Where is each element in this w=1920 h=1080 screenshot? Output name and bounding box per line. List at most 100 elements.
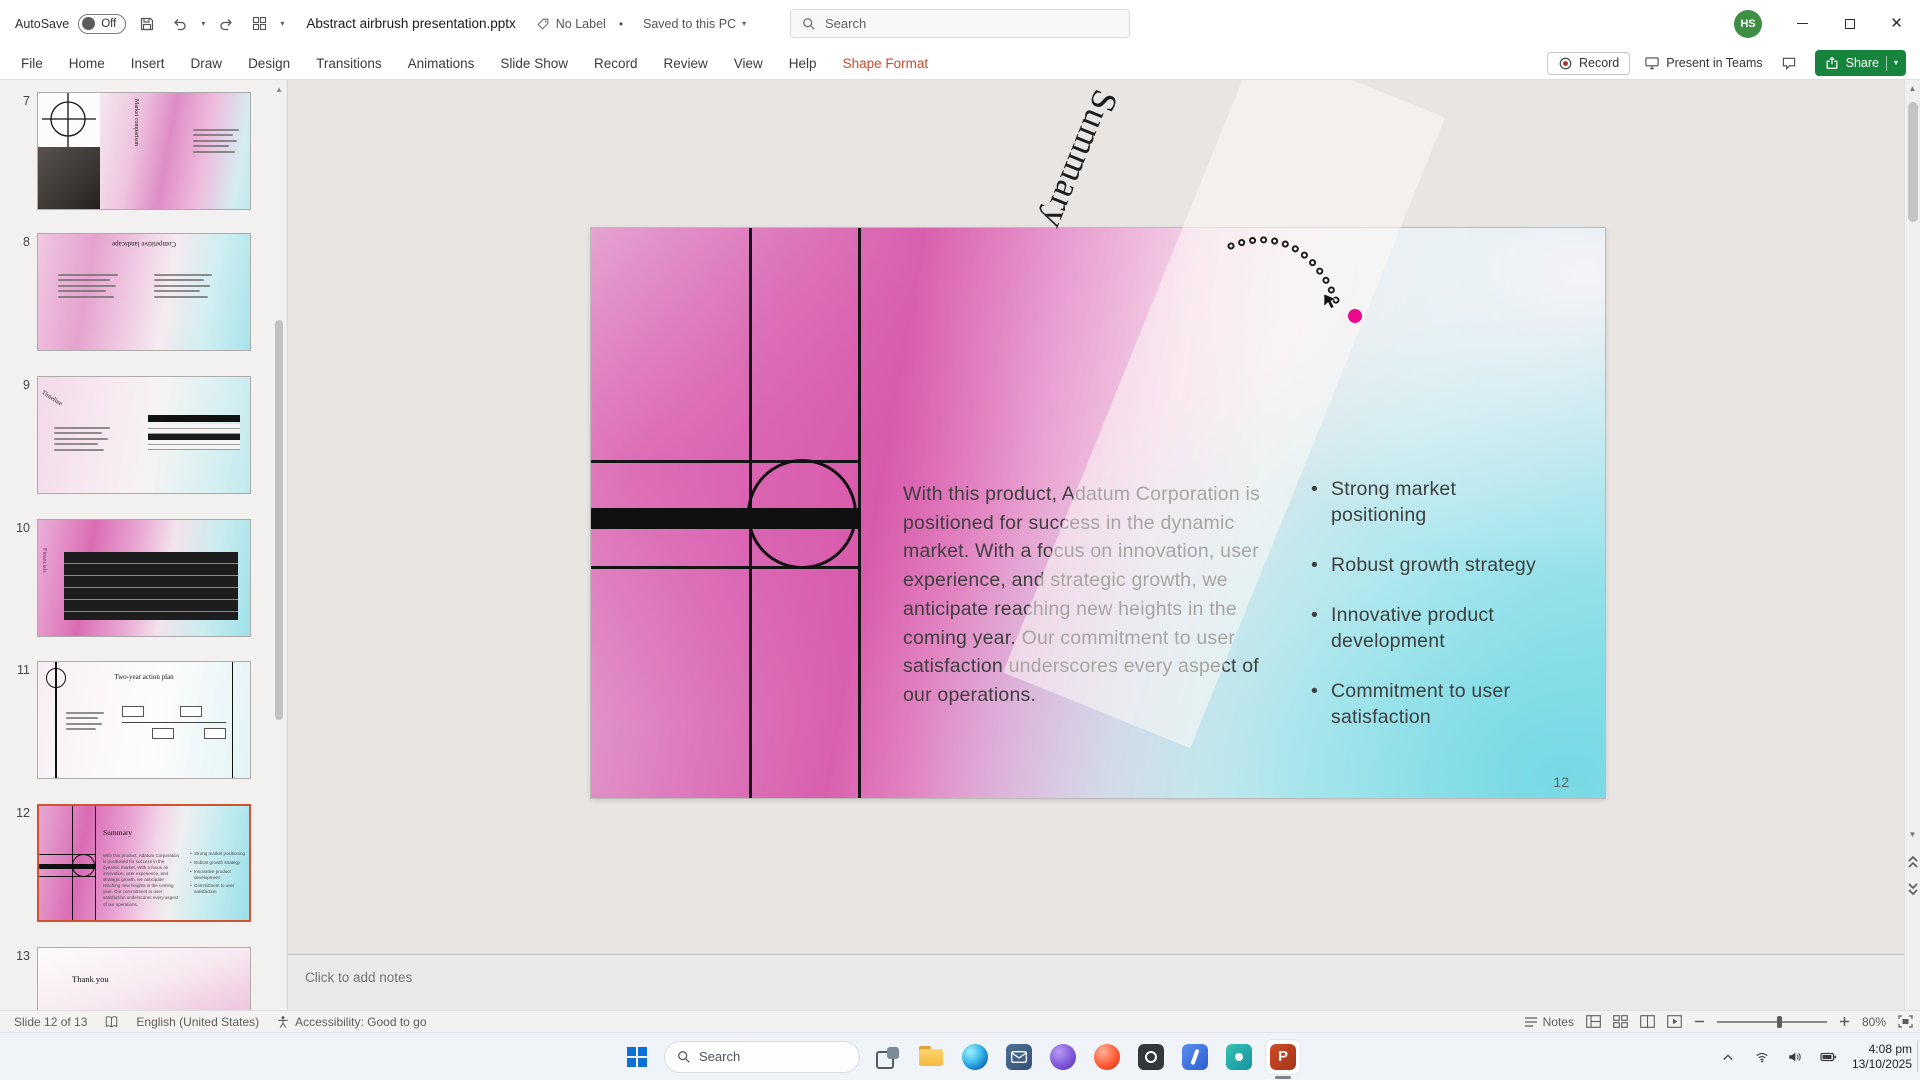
accessibility-status[interactable]: Accessibility: Good to go [276,1015,426,1029]
scroll-down-icon[interactable]: ▼ [1905,826,1920,842]
tab-animations[interactable]: Animations [395,47,488,79]
bullet-item[interactable]: Strong market positioning [1307,476,1543,528]
taskbar-clock[interactable]: 4:08 pm 13/10/2025 [1852,1042,1912,1072]
slide-shape-circle[interactable] [747,459,857,569]
mail-app-icon[interactable] [1002,1040,1036,1074]
language-indicator[interactable]: English (United States) [136,1015,259,1029]
zoom-out-button[interactable] [1694,1016,1705,1027]
notes-pane[interactable]: Click to add notes [288,954,1904,1010]
previous-slide-button[interactable] [1905,850,1920,874]
task-view-icon[interactable] [870,1040,904,1074]
undo-icon[interactable] [168,12,192,36]
ribbon-right-controls: Record Present in Teams Share ▾ [1547,50,1920,76]
powerpoint-icon[interactable] [1266,1040,1300,1074]
share-chevron-icon[interactable]: ▾ [1894,59,1898,67]
redo-icon[interactable] [214,12,238,36]
zoom-slider-thumb[interactable] [1777,1016,1782,1028]
autosave-toggle[interactable]: Off [78,14,126,34]
normal-view-icon[interactable] [1586,1015,1601,1028]
record-button[interactable]: Record [1547,52,1630,75]
slide-9-title: Timeline [40,389,63,408]
tab-transitions[interactable]: Transitions [303,47,395,79]
share-button[interactable]: Share ▾ [1815,50,1906,76]
status-right: Notes 80% [1524,1015,1920,1029]
quick-access-grid-icon[interactable] [247,12,271,36]
tab-file[interactable]: File [8,47,56,79]
document-title[interactable]: Abstract airbrush presentation.pptx [306,16,515,31]
taskbar-search-box[interactable]: Search [664,1041,860,1073]
slide-thumbnail-11[interactable]: Two-year action plan [37,661,251,779]
thumbnail-scroll-up-icon[interactable]: ▲ [275,85,283,94]
slide-thumbnail-10[interactable]: Financials [37,519,251,637]
next-slide-button[interactable] [1905,877,1920,901]
bullet-item[interactable]: Commitment to user satisfaction [1307,678,1543,730]
app-icon-orange[interactable] [1090,1040,1124,1074]
sensitivity-label[interactable]: No Label [536,17,606,31]
app-icon-teal[interactable] [1222,1040,1256,1074]
tab-view[interactable]: View [721,47,776,79]
slide-title-rotated[interactable]: Summary [1033,84,1127,236]
maximize-button[interactable] [1826,0,1873,47]
notes-toggle-button[interactable]: Notes [1524,1015,1574,1029]
notes-placeholder[interactable]: Click to add notes [305,970,412,985]
workspace: 7 Market comparison 8 Competitive landsc… [0,80,1920,1010]
slide-shape-hline-2[interactable] [591,566,861,569]
comments-icon[interactable] [1777,51,1801,75]
tab-help[interactable]: Help [776,47,830,79]
scroll-up-icon[interactable]: ▲ [1905,80,1920,96]
record-icon [1558,56,1573,71]
slide-thumbnail-13[interactable]: Thank you [37,947,251,1010]
tab-insert[interactable]: Insert [118,47,178,79]
start-button[interactable] [620,1040,654,1074]
slide-bullet-list[interactable]: Strong market positioning Robust growth … [1307,476,1543,754]
zoom-in-button[interactable] [1839,1016,1850,1027]
customize-toolbar-chevron-icon[interactable]: ▾ [280,20,284,28]
undo-chevron-icon[interactable]: ▾ [201,20,205,28]
app-icon-purple[interactable] [1046,1040,1080,1074]
close-button[interactable]: ✕ [1873,0,1920,47]
slide-show-view-icon[interactable] [1667,1015,1682,1028]
file-explorer-icon[interactable] [914,1040,948,1074]
thumbnail-scrollbar[interactable]: ▲ [273,80,286,1010]
volume-icon[interactable] [1784,1040,1806,1074]
hidden-icons-chevron-icon[interactable] [1716,1040,1740,1074]
slide-thumbnail-12[interactable]: Summary With this product, Adatum Corpor… [37,804,251,922]
maximize-icon [1845,19,1855,29]
edge-icon[interactable] [958,1040,992,1074]
bullet-item[interactable]: Robust growth strategy [1307,552,1543,578]
slide-sorter-view-icon[interactable] [1613,1015,1628,1028]
wifi-icon[interactable] [1751,1040,1773,1074]
slide-indicator[interactable]: Slide 12 of 13 [14,1015,87,1029]
slide-page-number[interactable]: 12 [1553,774,1569,790]
account-avatar[interactable]: HS [1734,10,1762,38]
slide-thumbnail-9[interactable]: Timeline [37,376,251,494]
zoom-slider[interactable] [1717,1015,1827,1029]
editor-vertical-scrollbar[interactable]: ▲ ▼ [1904,80,1920,1010]
quick-access-toolbar: AutoSave Off ▾ ▾ Abstract airbrush prese… [0,12,746,36]
tab-shape-format[interactable]: Shape Format [830,47,942,79]
present-in-teams-button[interactable]: Present in Teams [1644,56,1762,71]
tab-review[interactable]: Review [651,47,721,79]
thumbnail-scrollbar-thumb[interactable] [275,320,283,720]
zoom-level[interactable]: 80% [1862,1015,1886,1029]
spell-check-icon[interactable] [104,1015,119,1029]
minimize-button[interactable] [1779,0,1826,47]
slide-thumbnail-8[interactable]: Competitive landscape [37,233,251,351]
tab-slide-show[interactable]: Slide Show [487,47,581,79]
app-search-box[interactable]: Search [790,9,1130,38]
slide-thumbnail-7[interactable]: Market comparison [37,92,251,210]
slide-8-title: Competitive landscape [112,240,176,248]
app-icon-blue[interactable] [1178,1040,1212,1074]
save-status[interactable]: Saved to this PC ▾ [643,17,746,31]
reading-view-icon[interactable] [1640,1015,1655,1028]
bullet-item[interactable]: Innovative product development [1307,602,1543,654]
tab-home[interactable]: Home [56,47,118,79]
editor-scrollbar-thumb[interactable] [1908,102,1918,222]
battery-icon[interactable] [1817,1040,1841,1074]
fit-slide-to-window-icon[interactable] [1898,1015,1913,1028]
tab-design[interactable]: Design [235,47,303,79]
save-icon[interactable] [135,12,159,36]
app-icon-dark[interactable] [1134,1040,1168,1074]
tab-draw[interactable]: Draw [178,47,236,79]
tab-record[interactable]: Record [581,47,651,79]
